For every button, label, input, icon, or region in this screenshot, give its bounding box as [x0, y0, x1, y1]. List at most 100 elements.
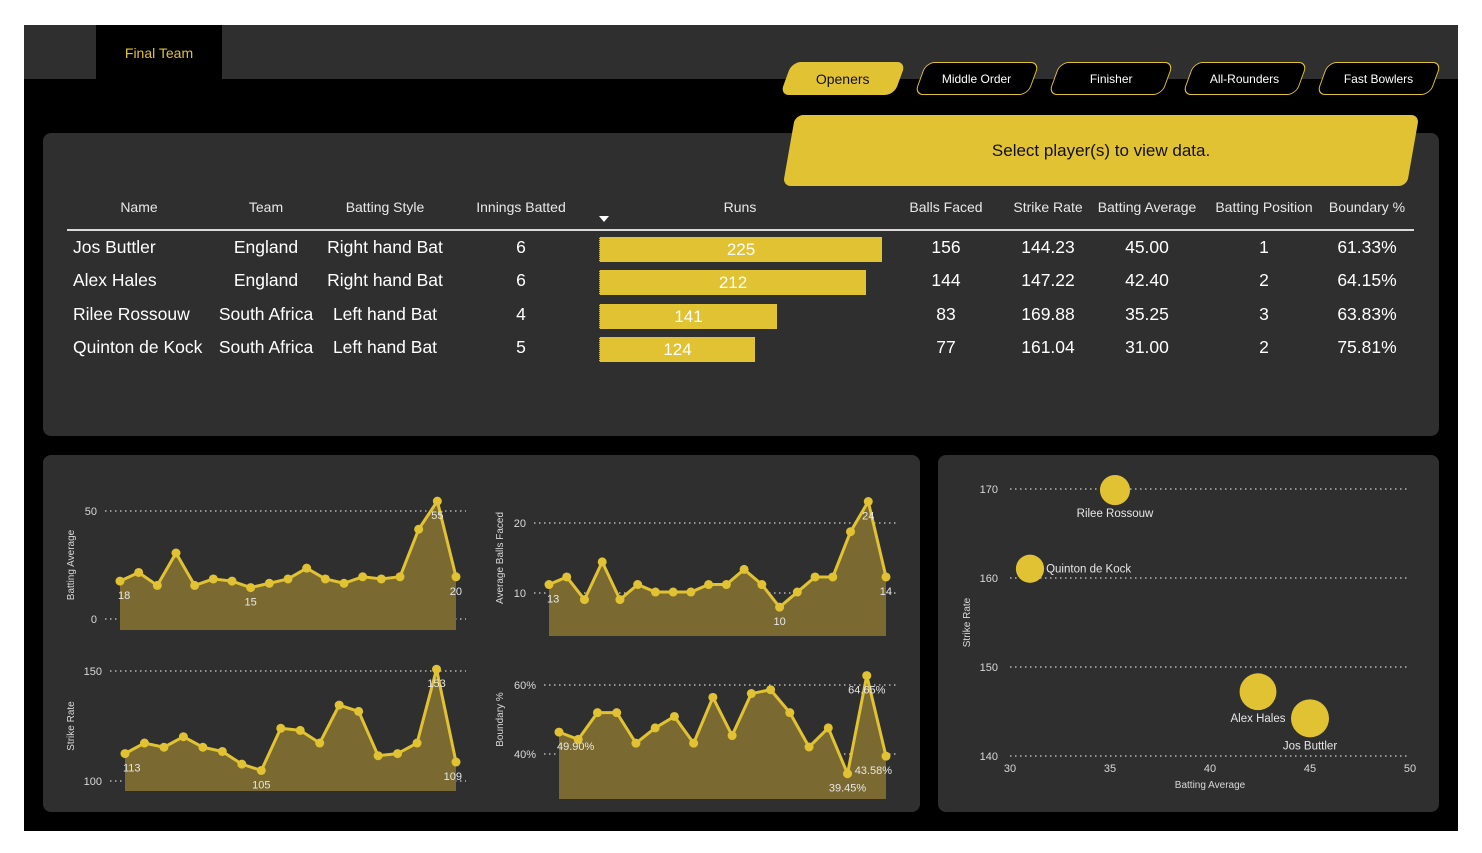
data-point[interactable]: [190, 580, 200, 590]
column-header-team[interactable]: Team: [216, 199, 316, 215]
data-point[interactable]: [120, 749, 130, 759]
column-header-innings-batted[interactable]: Innings Batted: [464, 199, 578, 215]
data-point[interactable]: [376, 574, 386, 584]
data-point[interactable]: [615, 595, 625, 605]
data-point[interactable]: [358, 572, 368, 582]
data-point[interactable]: [686, 587, 696, 597]
data-point[interactable]: [612, 708, 622, 718]
column-header-boundary[interactable]: Boundary %: [1322, 199, 1412, 215]
data-point[interactable]: [198, 742, 208, 752]
data-point[interactable]: [689, 738, 699, 748]
data-label: 49.90%: [557, 741, 595, 753]
data-point[interactable]: [227, 576, 237, 586]
data-point[interactable]: [881, 751, 891, 761]
data-point[interactable]: [668, 587, 678, 597]
nav-button-finisher[interactable]: Finisher: [1047, 62, 1175, 95]
data-point[interactable]: [373, 751, 383, 761]
data-point[interactable]: [823, 723, 833, 733]
cell-name: Alex Hales: [73, 270, 157, 290]
sort-descending-icon[interactable]: [599, 216, 609, 222]
data-point[interactable]: [283, 574, 293, 584]
data-point[interactable]: [334, 700, 344, 710]
nav-label: All-Rounders: [1210, 71, 1280, 86]
data-point[interactable]: [295, 725, 305, 735]
data-point[interactable]: [792, 587, 802, 597]
data-point[interactable]: [393, 749, 403, 759]
runs-bar: 225: [599, 237, 882, 262]
data-point[interactable]: [208, 574, 218, 584]
data-point[interactable]: [579, 595, 589, 605]
data-point[interactable]: [152, 580, 162, 590]
data-point[interactable]: [412, 738, 422, 748]
data-point[interactable]: [217, 746, 227, 756]
data-point[interactable]: [846, 527, 856, 537]
data-point[interactable]: [592, 708, 602, 718]
data-point[interactable]: [178, 732, 188, 742]
data-point[interactable]: [276, 723, 286, 733]
data-point[interactable]: [597, 557, 607, 567]
column-header-strike-rate[interactable]: Strike Rate: [998, 199, 1098, 215]
data-point[interactable]: [633, 580, 643, 590]
data-point[interactable]: [315, 738, 325, 748]
nav-button-middle-order[interactable]: Middle Order: [913, 62, 1041, 95]
data-point[interactable]: [631, 738, 641, 748]
data-point[interactable]: [810, 572, 820, 582]
tab-final-team[interactable]: Final Team: [96, 25, 222, 79]
nav-button-fast-bowlers[interactable]: Fast Bowlers: [1315, 62, 1443, 95]
data-point[interactable]: [727, 731, 737, 741]
data-point[interactable]: [432, 496, 442, 506]
column-header-batting-style[interactable]: Batting Style: [329, 199, 441, 215]
data-point[interactable]: [843, 769, 853, 779]
data-point[interactable]: [451, 757, 461, 767]
data-point[interactable]: [766, 685, 776, 695]
data-point[interactable]: [785, 708, 795, 718]
data-point[interactable]: [721, 580, 731, 590]
data-point[interactable]: [650, 723, 660, 733]
scatter-point[interactable]: [1291, 699, 1329, 738]
area-chart-2: 100 150 113 105 153 109 Strike Rate: [66, 664, 466, 791]
data-point[interactable]: [650, 587, 660, 597]
column-header-balls-faced[interactable]: Balls Faced: [896, 199, 996, 215]
column-header-batting-position[interactable]: Batting Position: [1208, 199, 1320, 215]
nav-button-all-rounders[interactable]: All-Rounders: [1181, 62, 1309, 95]
scatter-point[interactable]: [1239, 673, 1277, 711]
data-point[interactable]: [757, 580, 767, 590]
data-point[interactable]: [739, 564, 749, 574]
data-point[interactable]: [804, 742, 814, 752]
data-point[interactable]: [115, 576, 125, 586]
column-header-batting-average[interactable]: Batting Average: [1092, 199, 1202, 215]
data-point[interactable]: [881, 572, 891, 582]
scatter-point[interactable]: [1015, 554, 1045, 583]
data-point[interactable]: [302, 563, 312, 573]
data-point[interactable]: [775, 602, 785, 612]
data-point[interactable]: [339, 578, 349, 588]
data-point[interactable]: [746, 689, 756, 699]
data-point[interactable]: [414, 524, 424, 534]
column-header-runs[interactable]: Runs: [690, 199, 790, 215]
data-point[interactable]: [828, 572, 838, 582]
scatter-point[interactable]: [1099, 475, 1131, 506]
data-point[interactable]: [171, 548, 181, 558]
data-point[interactable]: [669, 711, 679, 721]
data-point[interactable]: [862, 671, 872, 681]
column-header-name[interactable]: Name: [89, 199, 189, 215]
data-point[interactable]: [708, 692, 718, 702]
data-point[interactable]: [320, 574, 330, 584]
data-point[interactable]: [544, 580, 554, 590]
data-point[interactable]: [562, 572, 572, 582]
data-point[interactable]: [451, 572, 461, 582]
data-point[interactable]: [246, 583, 256, 593]
data-point[interactable]: [134, 567, 144, 577]
data-point[interactable]: [432, 664, 442, 674]
data-point[interactable]: [354, 706, 364, 716]
data-point[interactable]: [863, 497, 873, 507]
data-point[interactable]: [704, 580, 714, 590]
nav-button-openers[interactable]: Openers: [779, 62, 907, 95]
data-point[interactable]: [159, 742, 169, 752]
data-point[interactable]: [554, 727, 564, 737]
data-point[interactable]: [264, 578, 274, 588]
data-point[interactable]: [139, 738, 149, 748]
data-point[interactable]: [256, 765, 266, 775]
data-point[interactable]: [395, 572, 405, 582]
data-point[interactable]: [237, 759, 247, 769]
